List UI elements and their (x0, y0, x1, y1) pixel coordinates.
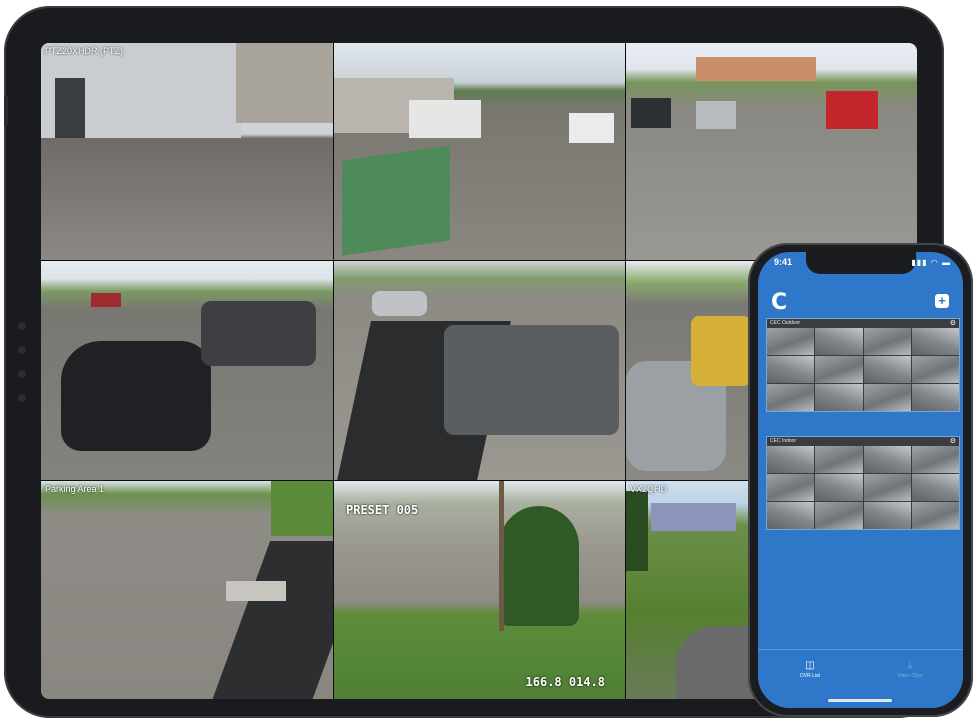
status-icons: ▮▮▮ ◠ ▬ (911, 258, 951, 267)
gear-icon[interactable]: ⚙ (950, 437, 956, 445)
camera-thumbnail[interactable] (911, 474, 959, 501)
dvr-card-header: CEC Indoor ⚙ (767, 437, 959, 446)
camera-feed-2[interactable] (334, 43, 625, 260)
home-indicator (828, 699, 892, 702)
phone-device: 9:41 ▮▮▮ ◠ ▬ C + CEC Outdoor ⚙ CEC Indoo… (748, 243, 973, 717)
grass (271, 481, 333, 536)
tab-video-clips[interactable]: ⤓ Video Clips (870, 660, 950, 679)
camera-thumbnail[interactable] (863, 502, 911, 529)
box-truck (409, 100, 481, 138)
camera-feed-1[interactable]: PTZ20XHDR (PTZ) (41, 43, 333, 260)
camera-thumbnail[interactable] (767, 474, 815, 501)
camera-label: PTZ20XHDR (PTZ) (45, 46, 124, 56)
camera-thumbnail[interactable] (911, 446, 959, 473)
tab-label: Video Clips (897, 673, 923, 679)
camera-thumbnail[interactable] (863, 328, 911, 355)
red-suv (826, 91, 878, 129)
dvr-thumbnails (767, 328, 959, 411)
tablet-sensor-dot (18, 370, 26, 378)
dvr-card-1[interactable]: CEC Outdoor ⚙ (766, 318, 960, 412)
gear-icon[interactable]: ⚙ (950, 319, 956, 327)
black-suv (201, 301, 316, 366)
door (55, 78, 85, 138)
tab-bar: ◫ DVR List ⤓ Video Clips (758, 649, 963, 708)
silver-car (372, 291, 427, 316)
tablet-sensor-dot (18, 346, 26, 354)
phone-screen: 9:41 ▮▮▮ ◠ ▬ C + CEC Outdoor ⚙ CEC Indoo… (758, 252, 963, 708)
camera-thumbnail[interactable] (767, 328, 815, 355)
camera-thumbnail[interactable] (911, 384, 959, 411)
tablet-sensor-dot (18, 394, 26, 402)
ptz-preset-osd: PRESET 005 (346, 503, 419, 517)
camera-thumbnail[interactable] (911, 328, 959, 355)
dvr-card-2[interactable]: CEC Indoor ⚙ (766, 436, 960, 530)
white-truck (569, 113, 614, 143)
tab-label: DVR List (800, 673, 820, 679)
yellow-car (691, 316, 751, 386)
green-dumpster (342, 145, 450, 256)
jeep (444, 325, 619, 435)
tablet-side-button (4, 96, 8, 126)
pole (499, 481, 504, 631)
camera-thumbnail[interactable] (815, 328, 863, 355)
camera-thumbnail[interactable] (767, 502, 815, 529)
camera-thumbnail[interactable] (815, 502, 863, 529)
camera-label: VX2QHD (630, 484, 668, 494)
dvr-card-header: CEC Outdoor ⚙ (767, 319, 959, 328)
building-annex (236, 43, 333, 123)
download-icon: ⤓ (907, 660, 913, 671)
silver-car (696, 101, 736, 129)
camera-thumbnail[interactable] (815, 384, 863, 411)
dvr-name: CEC Indoor (770, 438, 797, 444)
dark-car (631, 98, 671, 128)
dvr-name: CEC Outdoor (770, 320, 801, 326)
tree (499, 506, 579, 626)
tab-dvr-list[interactable]: ◫ DVR List (770, 660, 850, 679)
ptz-position-osd: 166.8 014.8 (525, 675, 605, 689)
red-car (91, 293, 121, 307)
camera-feed-5[interactable] (334, 261, 625, 480)
camera-feed-7[interactable]: Parking Area 1 (41, 481, 333, 699)
house (651, 503, 736, 531)
status-time: 9:41 (774, 257, 793, 267)
app-logo: C (771, 290, 788, 315)
phone-notch (806, 252, 916, 274)
camera-thumbnail[interactable] (767, 356, 815, 383)
camera-thumbnail[interactable] (863, 384, 911, 411)
building (696, 57, 816, 81)
camera-thumbnail[interactable] (863, 474, 911, 501)
camera-icon: ◫ (805, 660, 815, 671)
camera-label: Parking Area 1 (45, 484, 105, 494)
camera-thumbnail[interactable] (863, 446, 911, 473)
camera-feed-8[interactable]: PRESET 005 166.8 014.8 (334, 481, 625, 699)
camera-thumbnail[interactable] (767, 384, 815, 411)
tablet-camera-dot (18, 322, 26, 330)
add-dvr-button[interactable]: + (935, 294, 949, 308)
tree (626, 491, 648, 571)
camera-thumbnail[interactable] (815, 474, 863, 501)
camera-thumbnail[interactable] (911, 356, 959, 383)
camera-feed-3[interactable] (626, 43, 917, 260)
camera-feed-4[interactable] (41, 261, 333, 480)
crosswalk (226, 581, 286, 601)
camera-thumbnail[interactable] (911, 502, 959, 529)
mulch-strip (211, 541, 333, 699)
camera-thumbnail[interactable] (863, 356, 911, 383)
camera-thumbnail[interactable] (815, 356, 863, 383)
camera-thumbnail[interactable] (767, 446, 815, 473)
dvr-thumbnails (767, 446, 959, 529)
black-sedan (61, 341, 211, 451)
camera-thumbnail[interactable] (815, 446, 863, 473)
